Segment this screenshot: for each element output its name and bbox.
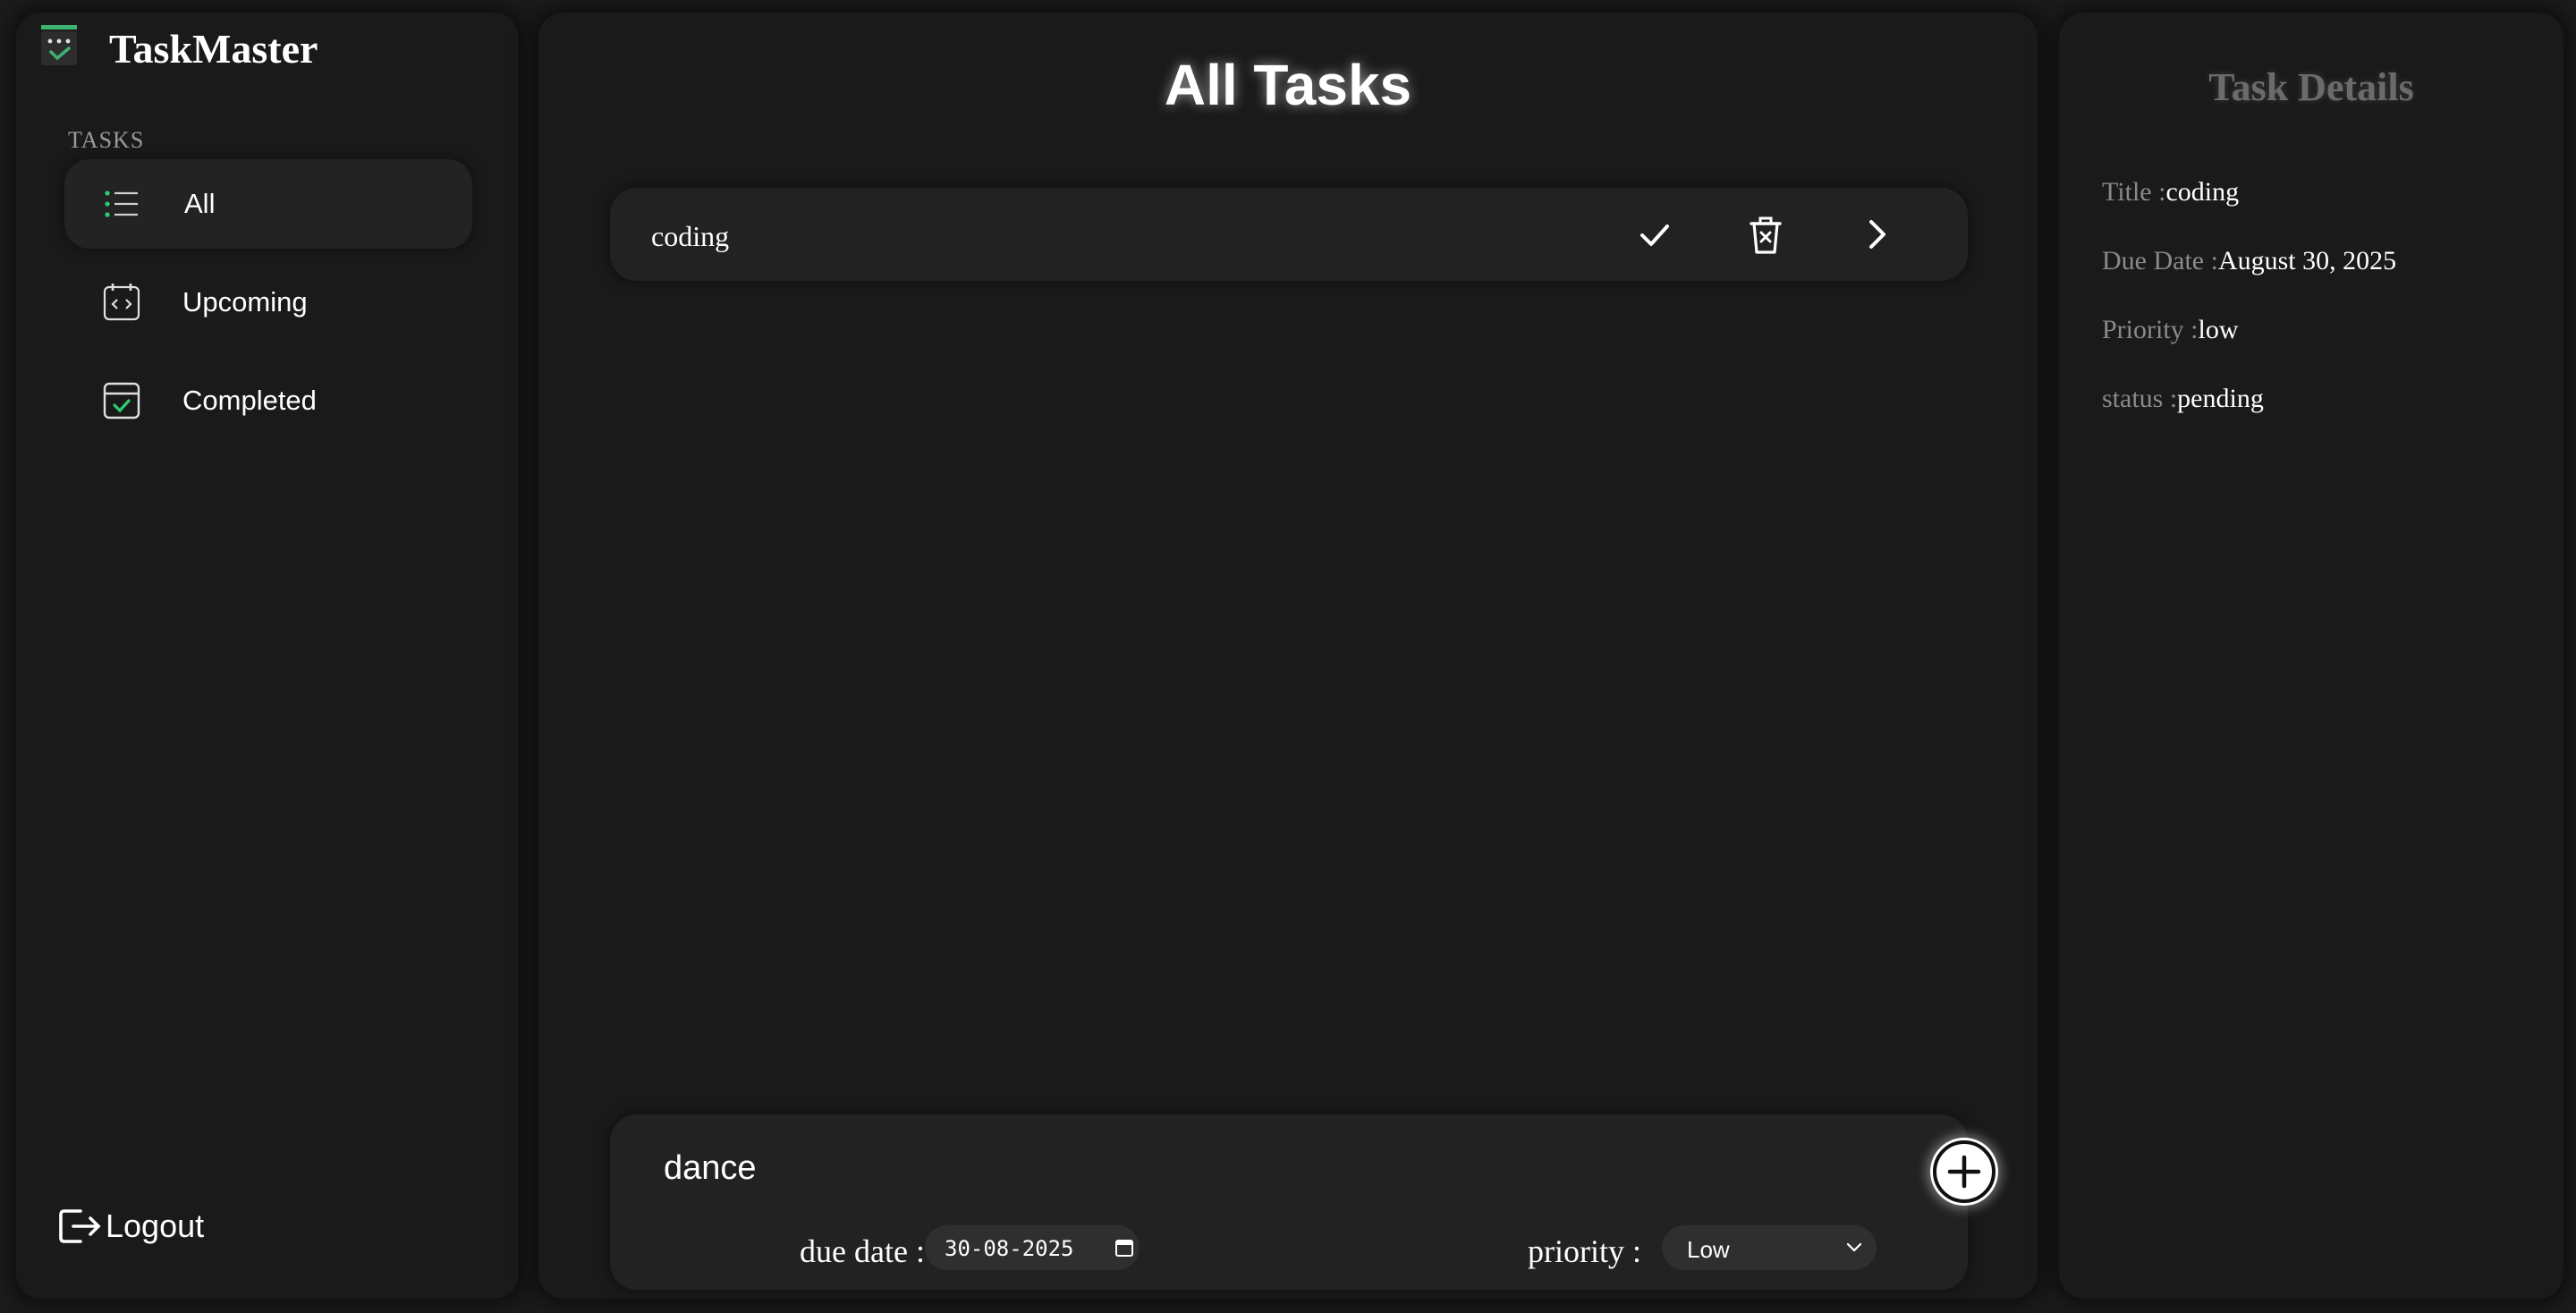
sidebar-item-label: All (184, 188, 216, 219)
complete-checkmark-icon[interactable] (1633, 213, 1676, 256)
detail-key: Due Date : (2102, 246, 2218, 275)
sidebar: TaskMaster TASKS All Upcoming Completed (16, 13, 519, 1299)
task-title-input[interactable] (664, 1143, 1826, 1193)
detail-key: Title : (2102, 177, 2166, 207)
details-heading: Task Details (2208, 65, 2414, 109)
delete-trash-icon[interactable] (1744, 213, 1787, 256)
task-details-panel: Task Details Title :coding Due Date :Aug… (2059, 13, 2563, 1299)
detail-title: Title :coding (2102, 177, 2239, 208)
task-row[interactable]: coding (610, 188, 1968, 281)
priority-label: priority : (1528, 1233, 1641, 1269)
detail-key: Priority : (2102, 315, 2199, 344)
chevron-right-icon[interactable] (1855, 213, 1898, 256)
sidebar-item-label: Completed (182, 385, 317, 416)
logout-icon (59, 1209, 101, 1243)
due-date-label: due date : (800, 1233, 925, 1269)
priority-selected-value: Low (1687, 1236, 1730, 1263)
sidebar-item-label: Upcoming (182, 286, 308, 318)
detail-value: pending (2177, 384, 2264, 413)
detail-value: low (2198, 315, 2239, 344)
calendar-check-icon (103, 382, 140, 419)
chevron-down-icon (1846, 1242, 1862, 1252)
calendar-code-icon (103, 284, 140, 321)
priority-select[interactable]: Low (1662, 1225, 1877, 1270)
calendar-icon[interactable] (1114, 1238, 1134, 1258)
logout-button[interactable]: Logout (57, 1206, 204, 1247)
due-date-value: 30-08-2025 (945, 1236, 1074, 1261)
add-task-form: due date : 30-08-2025 priority : Low (610, 1114, 1998, 1290)
main-panel: All Tasks coding due date : 30-08-2025 (538, 13, 2038, 1299)
detail-due-date: Due Date :August 30, 2025 (2102, 246, 2396, 276)
due-date-input[interactable]: 30-08-2025 (925, 1225, 1140, 1270)
detail-status: status :pending (2102, 384, 2264, 414)
task-title: coding (651, 220, 730, 252)
page-title: All Tasks (1164, 53, 1412, 117)
tasks-section-label: TASKS (68, 127, 145, 153)
plus-icon (1933, 1140, 1996, 1203)
sidebar-item-all[interactable]: All (64, 159, 472, 249)
add-task-button[interactable] (1930, 1138, 1998, 1206)
brand (39, 25, 79, 68)
sidebar-item-upcoming[interactable]: Upcoming (64, 258, 472, 347)
detail-priority: Priority :low (2102, 315, 2239, 345)
app-title: TaskMaster (109, 26, 318, 72)
detail-value: August 30, 2025 (2217, 246, 2397, 275)
taskmaster-logo-icon (41, 25, 77, 65)
detail-value: coding (2165, 177, 2240, 207)
logout-label: Logout (106, 1207, 205, 1244)
sidebar-item-completed[interactable]: Completed (64, 356, 472, 445)
detail-key: status : (2102, 384, 2178, 413)
list-icon (105, 191, 138, 217)
